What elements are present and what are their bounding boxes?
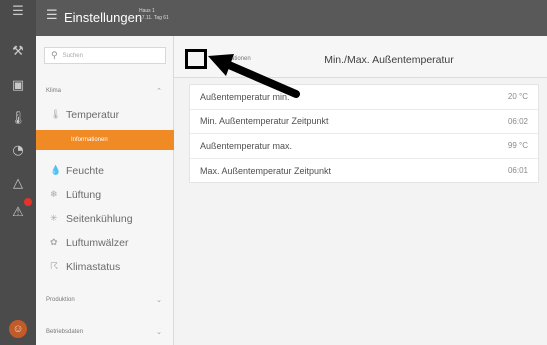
house-info: Haus 1 17.11. Tag 61 [139, 8, 169, 22]
house-date: 17.11. Tag 61 [139, 15, 169, 21]
row-value: 20 °C [507, 92, 528, 102]
sidebar-item-temperatur[interactable]: 🌡 Temperatur [36, 104, 174, 125]
chevron-down-icon: ⌄ [156, 328, 162, 336]
search-placeholder: Suchen [62, 52, 83, 59]
avatar[interactable]: ☺ [9, 320, 27, 338]
sidebar-item-label: Luftumwälzer [66, 236, 129, 249]
annotation-arrow-icon [208, 54, 300, 98]
menu-glyph: ☰ [12, 3, 24, 19]
thermometer-glyph: 🌡 [9, 110, 27, 126]
table-row[interactable]: Min. Außentemperatur Zeitpunkt 06:02 [190, 110, 538, 134]
search-icon: ⚲ [51, 50, 58, 61]
sidebar-item-lueftung[interactable]: ❄ Lüftung [36, 184, 174, 205]
avatar-icon: ☺ [12, 323, 24, 335]
alert-glyph: ⚠ [12, 204, 24, 220]
house-name: Haus 1 [139, 8, 155, 14]
sidebar-subitem-label: Informationen [71, 137, 108, 143]
settings-sidebar: ⚲ Suchen Klima ⌃ 🌡 Temperatur Informatio… [36, 36, 174, 345]
sidebar-item-label: Seitenkühlung [66, 212, 133, 225]
sidebar-item-label: Lüftung [66, 188, 102, 201]
settings-sliders-icon: ☰ [46, 8, 58, 23]
circulator-icon: ✿ [50, 237, 58, 248]
row-value: 06:02 [507, 116, 528, 126]
content-title: Min./Max. Außentemperatur [324, 54, 454, 66]
tools-icon[interactable]: ⚒ [0, 40, 36, 62]
thermometer-icon: 🌡 [50, 109, 62, 120]
climate-status-icon: ☈ [50, 261, 59, 272]
group-produktion-label: Produktion [46, 297, 75, 303]
row-value: 06:01 [507, 166, 528, 176]
sidebar-subitem-informationen[interactable]: Informationen [36, 130, 174, 150]
icon-rail: ☰ ⚒ ▣ 🌡 ◔ △ ⚠ ☺ [0, 0, 36, 345]
cooling-icon: ✳ [50, 213, 58, 224]
group-klima[interactable]: Klima ⌃ [36, 82, 174, 100]
menu-icon[interactable]: ☰ [0, 0, 36, 22]
group-betriebsdaten-label: Betriebsdaten [46, 329, 84, 335]
thermometer-icon[interactable]: 🌡 [0, 107, 36, 129]
notification-badge [24, 198, 32, 206]
sidebar-item-label: Feuchte [66, 164, 104, 177]
search-input[interactable]: ⚲ Suchen [44, 47, 166, 64]
row-value: 99 °C [507, 141, 528, 151]
humidity-icon: 💧 [50, 165, 62, 176]
top-bar: ☰ Einstellungen Haus 1 17.11. Tag 61 [36, 0, 547, 36]
sidebar-item-klimastatus[interactable]: ☈ Klimastatus [36, 256, 174, 277]
group-klima-label: Klima [46, 88, 62, 94]
bell-glyph: △ [13, 175, 23, 191]
gauge-icon[interactable]: ◔ [0, 139, 36, 161]
page-title: Einstellungen [64, 10, 143, 25]
sidebar-item-label: Temperatur [66, 108, 120, 121]
group-betriebsdaten[interactable]: Betriebsdaten ⌄ [36, 323, 174, 341]
table-row[interactable]: Außentemperatur max. 99 °C [190, 134, 538, 159]
device-icon[interactable]: ▣ [0, 74, 36, 96]
chevron-down-icon: ⌄ [156, 296, 162, 304]
sidebar-item-seitenkuehlung[interactable]: ✳ Seitenkühlung [36, 208, 174, 229]
device-glyph: ▣ [11, 77, 25, 93]
sidebar-item-feuchte[interactable]: 💧 Feuchte [36, 160, 174, 181]
fan-icon: ❄ [50, 189, 58, 200]
chevron-up-icon: ⌃ [156, 87, 162, 95]
sidebar-item-luftumwaelzer[interactable]: ✿ Luftumwälzer [36, 232, 174, 253]
row-label: Min. Außentemperatur Zeitpunkt [200, 116, 329, 127]
group-produktion[interactable]: Produktion ⌄ [36, 291, 174, 309]
alert-icon[interactable]: ⚠ [0, 198, 36, 223]
bell-icon[interactable]: △ [0, 172, 36, 194]
gauge-glyph: ◔ [12, 142, 24, 158]
tools-glyph: ⚒ [12, 43, 24, 59]
row-label: Max. Außentemperatur Zeitpunkt [200, 165, 332, 176]
table-row[interactable]: Max. Außentemperatur Zeitpunkt 06:01 [190, 159, 538, 184]
row-label: Außentemperatur max. [200, 140, 293, 151]
sidebar-item-label: Klimastatus [66, 260, 121, 273]
